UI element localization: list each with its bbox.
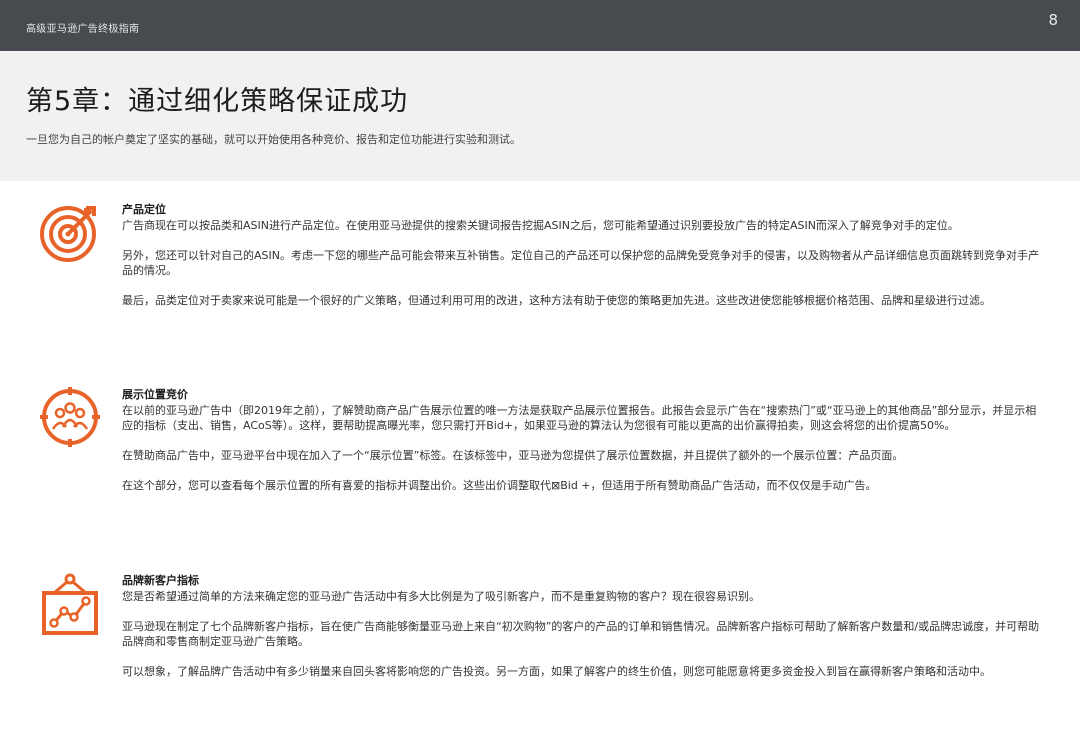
- section-body: 品牌新客户指标 您是否希望通过简单的方法来确定您的亚马逊广告活动中有多大比例是为…: [122, 573, 1040, 694]
- section-paragraph: 在以前的亚马逊广告中（即2019年之前），了解赞助商产品广告展示位置的唯一方法是…: [122, 404, 1037, 432]
- section-paragraph: 广告商现在可以按品类和ASIN进行产品定位。在使用亚马逊提供的搜索关键词报告挖掘…: [122, 219, 959, 232]
- section-paragraph: 在这个部分，您可以查看每个展示位置的所有喜爱的指标并调整出价。这些出价调整取代⊠…: [122, 479, 877, 492]
- header-bar: 高级亚马逊广告终极指南 8: [0, 0, 1080, 51]
- target-icon: [40, 202, 100, 262]
- section-paragraph: 最后，品类定位对于卖家来说可能是一个很好的广义策略，但通过利用可用的改进，这种方…: [122, 294, 991, 307]
- section-paragraph: 在赞助商品广告中，亚马逊平台中现在加入了一个“展示位置”标签。在该标签中，亚马逊…: [122, 449, 904, 462]
- section-title: 产品定位: [122, 203, 166, 216]
- chapter-intro: 第5章：通过细化策略保证成功 一旦您为自己的帐户奠定了坚实的基础，就可以开始使用…: [0, 51, 1080, 181]
- audience-target-icon: [40, 387, 100, 447]
- growth-chart-icon: [40, 573, 100, 635]
- section-title: 品牌新客户指标: [122, 574, 199, 587]
- document-title: 高级亚马逊广告终极指南: [26, 24, 140, 35]
- section-body: 产品定位 广告商现在可以按品类和ASIN进行产品定位。在使用亚马逊提供的搜索关键…: [122, 202, 1040, 323]
- section-paragraph: 另外，您还可以针对自己的ASIN。考虑一下您的哪些产品可能会带来互补销售。定位自…: [122, 249, 1039, 277]
- chapter-title: 第5章：通过细化策略保证成功: [26, 86, 409, 117]
- section-body: 展示位置竞价 在以前的亚马逊广告中（即2019年之前），了解赞助商产品广告展示位…: [122, 387, 1040, 508]
- page-number: 8: [1048, 11, 1058, 29]
- chapter-lead: 一旦您为自己的帐户奠定了坚实的基础，就可以开始使用各种竞价、报告和定位功能进行实…: [26, 133, 521, 146]
- section-paragraph: 您是否希望通过简单的方法来确定您的亚马逊广告活动中有多大比例是为了吸引新客户，而…: [122, 590, 760, 603]
- section-title: 展示位置竞价: [122, 388, 188, 401]
- section-paragraph: 可以想象，了解品牌广告活动中有多少销量来自回头客将影响您的广告投资。另一方面，如…: [122, 665, 991, 678]
- section-paragraph: 亚马逊现在制定了七个品牌新客户指标，旨在使广告商能够衡量亚马逊上来自“初次购物”…: [122, 620, 1040, 648]
